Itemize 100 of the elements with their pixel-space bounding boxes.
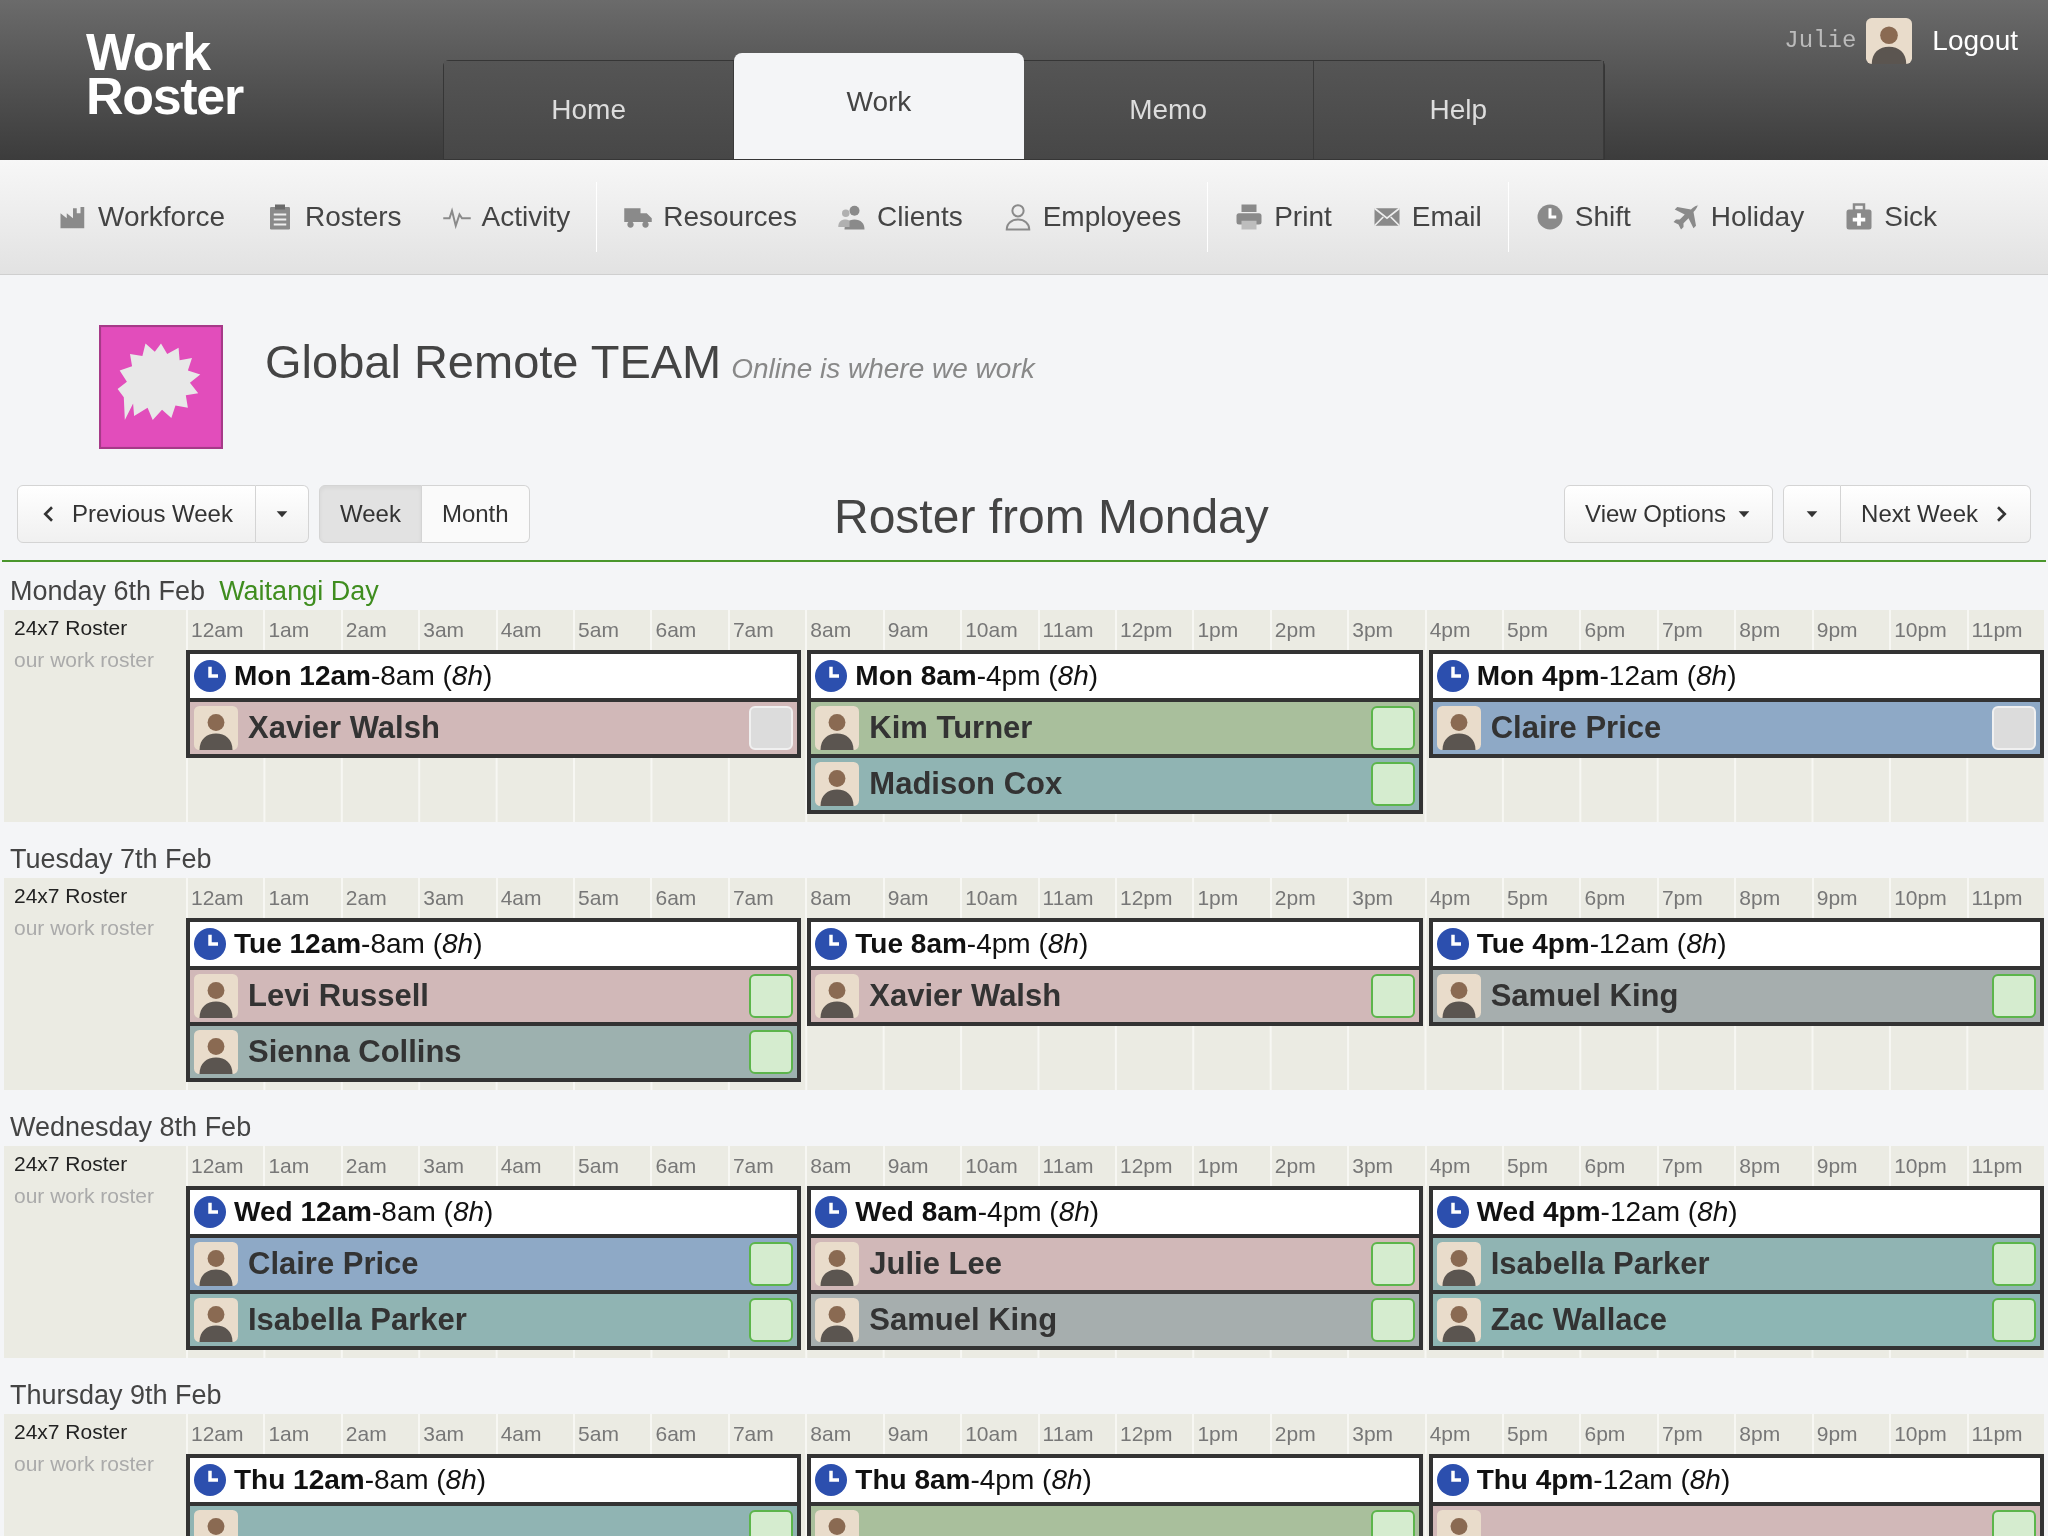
view-toggle[interactable]: Week [318,485,422,543]
avatar-icon [815,1242,860,1286]
avatar-icon [1436,706,1481,750]
confirm-checkbox[interactable] [1992,1242,2036,1286]
staff-row[interactable]: Isabella Parker [190,1294,798,1346]
avatar-icon [194,706,238,750]
avatar-icon [815,1298,860,1342]
staff-row[interactable]: Levi Russell [190,970,798,1022]
toolbar-button[interactable]: Clients [837,196,963,238]
hour-label: 2pm [1269,1146,1348,1186]
staff-row[interactable]: Madison Cox [811,758,1419,810]
day-title: Wednesday 8th Feb [10,1110,252,1144]
hour-label: 2pm [1269,878,1348,918]
hour-label: 12pm [1115,1414,1193,1454]
confirm-checkbox[interactable] [1370,1298,1415,1342]
confirm-checkbox[interactable] [1992,974,2036,1018]
hour-label: 5pm [1502,1414,1580,1454]
staff-row[interactable]: Xavier Walsh [811,970,1419,1022]
logo-text: Roster [86,74,245,118]
confirm-checkbox[interactable] [749,974,794,1018]
nav-tab[interactable]: Work [734,53,1024,159]
hour-label: 7pm [1656,1414,1735,1454]
staff-row[interactable]: Xavier Walsh [190,702,798,754]
hour-label: 3pm [1347,878,1425,918]
hour-label: 5am [573,610,651,650]
hour-label: 4pm [1424,1414,1503,1454]
toolbar-button[interactable]: Shift [1534,196,1631,238]
staff-row[interactable]: Zac Wallace [1432,1294,2040,1346]
logo-text: Work [86,30,211,74]
avatar-icon [194,974,238,1018]
next-week-button[interactable]: Next Week [1841,485,2031,543]
toolbar-button[interactable]: Print [1234,196,1332,238]
hour-label: 2pm [1269,610,1348,650]
shift-time: Wed 8am-4pm (8h) [855,1195,1100,1229]
hour-label: 2pm [1269,1414,1348,1454]
roster-name: 24x7 Roster [14,615,129,641]
roster-name: 24x7 Roster [14,1151,129,1177]
toolbar-button[interactable]: Holiday [1670,196,1805,238]
toolbar-button[interactable]: Activity [441,196,571,238]
hour-label: 10pm [1889,1414,1967,1454]
shift-time: Mon 12am-8am (8h) [234,659,493,693]
hour-label: 9am [882,610,961,650]
hour-label: 4pm [1424,878,1503,918]
hour-label: 3pm [1347,610,1425,650]
confirm-checkbox[interactable] [1370,706,1415,750]
nav-tab[interactable]: Memo [1023,61,1314,159]
staff-row[interactable]: Samuel King [1432,970,2040,1022]
view-options-button[interactable]: View Options [1564,485,1774,543]
nav-tab[interactable]: Home [444,61,735,159]
avatar-icon [815,974,860,1018]
toolbar-button[interactable]: Employees [1002,196,1182,238]
hour-label: 7am [727,1146,806,1186]
hour-label: 10am [960,1146,1038,1186]
toolbar-button[interactable]: Sick [1844,196,1938,238]
roster-note: our work roster [14,914,156,941]
confirm-checkbox[interactable] [749,1298,794,1342]
staff-row[interactable]: Isabella Parker [1432,1238,2040,1290]
hour-label: 7am [727,610,806,650]
logout-link[interactable]: Logout [1932,20,2018,62]
staff-row[interactable]: Sienna Collins [190,1026,798,1078]
previous-week-button[interactable]: Previous Week [17,485,256,543]
hour-label: 1am [263,878,341,918]
shift-time: Thu 8am-4pm (8h) [855,1463,1092,1497]
hour-label: 11am [1037,878,1115,918]
hour-label: 8am [805,1146,883,1186]
toolbar-button[interactable]: Rosters [265,196,402,238]
staff-row[interactable]: Samuel King [811,1294,1419,1346]
confirm-checkbox[interactable] [749,1030,794,1074]
confirm-checkbox[interactable] [1370,974,1415,1018]
hour-label: 9pm [1811,878,1890,918]
hour-label: 12pm [1115,1146,1193,1186]
clock-icon [1436,660,1469,692]
staff-name: Julie Lee [869,1244,1003,1283]
day-title: Monday 6th Feb [10,574,206,608]
toolbar-button[interactable]: Workforce [58,196,226,238]
confirm-checkbox[interactable] [1370,1242,1415,1286]
staff-row[interactable]: Claire Price [1432,702,2040,754]
staff-name: Kim Turner [869,708,1034,747]
view-toggle[interactable]: Month [421,485,530,543]
hour-label: 2am [340,878,419,918]
hour-label: 8pm [1734,878,1812,918]
staff-row[interactable]: Kim Turner [811,702,1419,754]
hour-label: 9pm [1811,1146,1890,1186]
staff-name: Claire Price [1490,708,1663,747]
hour-label: 8pm [1734,1146,1812,1186]
toolbar-button[interactable]: Email [1371,196,1482,238]
avatar-icon [194,1242,238,1286]
dropdown-button[interactable] [255,485,309,543]
hour-label: 1am [263,1414,341,1454]
dropdown-button[interactable] [1783,485,1842,543]
toolbar-button[interactable]: Resources [623,196,798,238]
nav-tab[interactable]: Help [1313,61,1604,159]
hour-label: 9am [882,1414,961,1454]
confirm-checkbox[interactable] [1992,1298,2036,1342]
staff-name: Zac Wallace [1490,1300,1668,1339]
confirm-checkbox[interactable] [1370,762,1415,806]
hour-label: 10pm [1889,610,1967,650]
confirm-checkbox[interactable] [749,1242,794,1286]
staff-row[interactable]: Julie Lee [811,1238,1419,1290]
staff-row[interactable]: Claire Price [190,1238,798,1290]
